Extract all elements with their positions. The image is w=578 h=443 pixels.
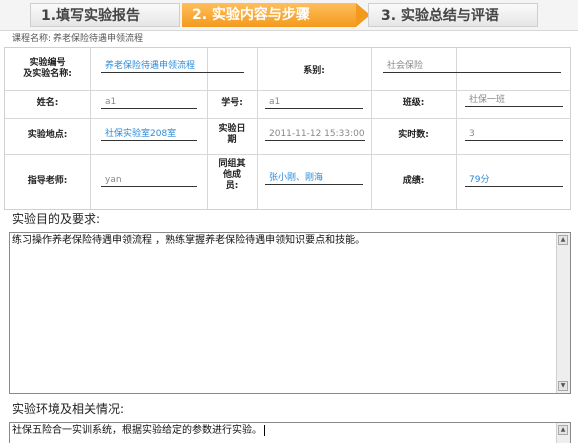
exp-no-label: 实验编号 及实验名称:	[23, 58, 72, 79]
group-label: 同组其 他成 员:	[218, 159, 246, 191]
exp-no-field[interactable]: 养老保险待遇申领流程	[101, 60, 244, 73]
location-label: 实验地点:	[27, 130, 68, 140]
dept-label: 系别:	[303, 66, 325, 76]
location-field[interactable]: 社保实验室208室	[101, 128, 197, 141]
step-tab-summary[interactable]: 3. 实验总结与评语	[368, 3, 538, 27]
grid-line	[5, 154, 570, 155]
purpose-title: 实验目的及要求:	[12, 212, 101, 226]
grid-line	[90, 48, 91, 209]
environment-title: 实验环境及相关情况:	[12, 402, 125, 416]
group-field[interactable]: 张小刚、刚海	[265, 172, 363, 185]
teacher-label: 指导老师:	[27, 176, 68, 186]
purpose-scrollbar[interactable]: ▲ ▼	[556, 233, 570, 393]
purpose-textarea[interactable]: 练习操作养老保险待遇申领流程 ，熟练掌握养老保险待遇申领知识要点和技能。 ▲ ▼	[9, 232, 571, 394]
name-label: 姓名:	[36, 98, 59, 108]
score-label: 成绩:	[402, 176, 425, 186]
hours-field[interactable]: 3	[465, 128, 563, 141]
score-field[interactable]: 79分	[465, 174, 563, 187]
student-no-label: 学号:	[221, 98, 243, 108]
date-field[interactable]: 2011-11-12 15:33:00	[265, 128, 365, 141]
experiment-info-table: 实验编号 及实验名称: 养老保险待遇申领流程 系别: 社会保险 姓名: a1 学…	[4, 47, 571, 210]
environment-text-value: 社保五险合一实训系统，根据实验给定的参数进行实验。	[12, 425, 262, 436]
step-tab-fill-report[interactable]: 1.填写实验报告	[30, 3, 180, 27]
date-label: 实验日 期	[218, 124, 246, 145]
scroll-down-icon[interactable]: ▼	[558, 381, 568, 391]
environment-text: 社保五险合一实训系统，根据实验给定的参数进行实验。	[12, 424, 265, 438]
environment-textarea[interactable]: 社保五险合一实训系统，根据实验给定的参数进行实验。 ▲	[9, 422, 571, 443]
step-tabs: 1.填写实验报告 2. 实验内容与步骤 3. 实验总结与评语	[0, 0, 578, 31]
scroll-up-icon[interactable]: ▲	[558, 235, 568, 245]
teacher-field[interactable]: yan	[101, 174, 197, 187]
step-tab-content-steps[interactable]: 2. 实验内容与步骤	[182, 3, 370, 27]
student-no-field[interactable]: a1	[265, 96, 363, 109]
class-label: 班级:	[402, 98, 425, 108]
purpose-text: 练习操作养老保险待遇申领流程 ，熟练掌握养老保险待遇申领知识要点和技能。	[12, 235, 366, 246]
course-name: 课程名称: 养老保险待遇申领流程	[12, 32, 143, 46]
name-field[interactable]: a1	[101, 96, 197, 109]
hours-label: 实时数:	[398, 130, 429, 140]
scroll-up-icon[interactable]: ▲	[558, 425, 568, 435]
class-field[interactable]: 社保一班	[465, 94, 563, 107]
text-cursor	[264, 424, 265, 436]
environment-scrollbar[interactable]: ▲	[556, 423, 570, 443]
course-name-label: 课程名称:	[12, 34, 52, 44]
dept-field[interactable]: 社会保险	[383, 60, 561, 73]
course-name-value: 养老保险待遇申领流程	[53, 34, 144, 44]
grid-line	[5, 118, 570, 119]
grid-line	[5, 90, 570, 91]
